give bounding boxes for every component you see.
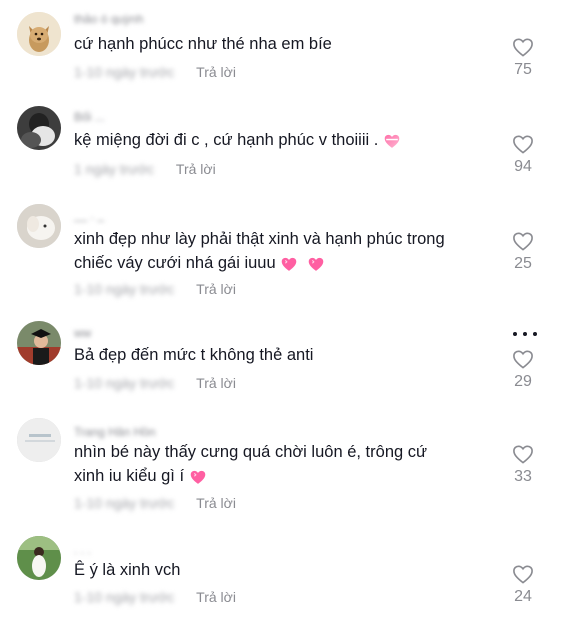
comment-text: xinh đẹp như lày phải thật xinh và hạnh … (74, 227, 491, 275)
comment-text-content: kệ miệng đời đi c , cứ hạnh phúc v thoii… (74, 131, 379, 149)
comment-meta: 1-10 ngày trước Trả lời (74, 589, 236, 607)
comment-meta: 1 ngày trước Trả lời (74, 161, 216, 179)
comment-meta: 1-10 ngày trước Trả lời (74, 281, 236, 299)
heart-icon[interactable] (512, 37, 534, 57)
comment-text: nhìn bé này thấy cưng quá chời luôn é, t… (74, 440, 491, 488)
heart-emoji-icon (308, 257, 324, 271)
avatar[interactable] (17, 204, 61, 248)
reply-button[interactable]: Trả lời (196, 589, 236, 605)
reply-button[interactable]: Trả lời (196, 64, 236, 80)
comment-date: 1-10 ngày trước (74, 495, 175, 511)
reply-button[interactable]: Trả lời (196, 495, 236, 511)
comment-text: cứ hạnh phúcc như thé nha em bíe (74, 35, 332, 53)
heart-icon[interactable] (512, 231, 534, 251)
username[interactable]: . . . (74, 543, 91, 557)
graduation-avatar-icon (17, 321, 61, 365)
heart-icon[interactable] (512, 134, 534, 154)
like-count: 29 (514, 373, 532, 390)
heart-emoji-icon (190, 470, 205, 484)
comment-text-line-2: xinh iu kiểu gì í (74, 464, 491, 488)
comment-meta: 1-10 ngày trước Trả lời (74, 495, 236, 513)
heart-icon[interactable] (512, 564, 534, 584)
comment-date: 1-10 ngày trước (74, 281, 175, 297)
avatar[interactable] (17, 321, 61, 365)
dark-avatar-icon (17, 106, 61, 150)
comment-date: 1-10 ngày trước (74, 375, 175, 391)
avatar[interactable] (17, 418, 61, 462)
heart-emoji-icon (281, 257, 297, 271)
green-field-avatar-icon (17, 536, 61, 580)
reply-button[interactable]: Trả lời (196, 281, 236, 297)
reply-button[interactable]: Trả lời (176, 161, 216, 177)
avatar[interactable] (17, 106, 61, 150)
avatar[interactable] (17, 536, 61, 580)
comment-text-line-2: chiếc váy cưới nhá gái iuuu (74, 251, 491, 275)
like-count: 25 (514, 255, 532, 272)
heart-emoji-icon (384, 134, 400, 148)
heart-icon[interactable] (512, 444, 534, 464)
heart-icon[interactable] (512, 349, 534, 369)
like-count: 94 (514, 158, 532, 175)
like-area: 75 (505, 37, 541, 79)
like-count: 24 (514, 588, 532, 605)
comment-date: 1 ngày trước (74, 161, 155, 177)
like-area: 29 (505, 349, 541, 391)
comment-meta: 1-10 ngày trước Trả lời (74, 375, 236, 393)
username[interactable]: Bối ... (74, 110, 105, 124)
light-avatar-icon (17, 418, 61, 462)
comment-text-content: chiếc váy cưới nhá gái iuuu (74, 254, 276, 272)
comment-text: kệ miệng đời đi c , cứ hạnh phúc v thoii… (74, 128, 491, 152)
username[interactable]: thảo ó quỳnh (74, 12, 143, 26)
white-animal-avatar-icon (17, 204, 61, 248)
username[interactable]: __ . _ (74, 208, 104, 222)
comment-text-line: xinh đẹp như lày phải thật xinh và hạnh … (74, 230, 445, 248)
like-area: 24 (505, 564, 541, 606)
dog-avatar-icon (17, 12, 61, 56)
like-count: 75 (514, 61, 532, 78)
comment-meta: 1-10 ngày trước Trả lời (74, 64, 236, 82)
comment-text-line: nhìn bé này thấy cưng quá chời luôn é, t… (74, 443, 428, 461)
like-count: 33 (514, 468, 532, 485)
comment-date: 1-10 ngày trước (74, 64, 175, 80)
reply-button[interactable]: Trả lời (196, 375, 236, 391)
comment-text: Bả đẹp đến mức t không thẻ anti (74, 346, 314, 364)
comment-text-content: xinh iu kiểu gì í (74, 467, 185, 485)
comment-text: Ê ý là xinh vch (74, 561, 181, 579)
username[interactable]: ww (74, 326, 91, 340)
username[interactable]: Trang Hân Hồn (74, 425, 156, 439)
comment-date: 1-10 ngày trước (74, 589, 175, 605)
avatar[interactable] (17, 12, 61, 56)
like-area: 94 (505, 134, 541, 176)
like-area: 33 (505, 444, 541, 486)
more-options-icon[interactable] (512, 330, 538, 338)
like-area: 25 (505, 231, 541, 273)
